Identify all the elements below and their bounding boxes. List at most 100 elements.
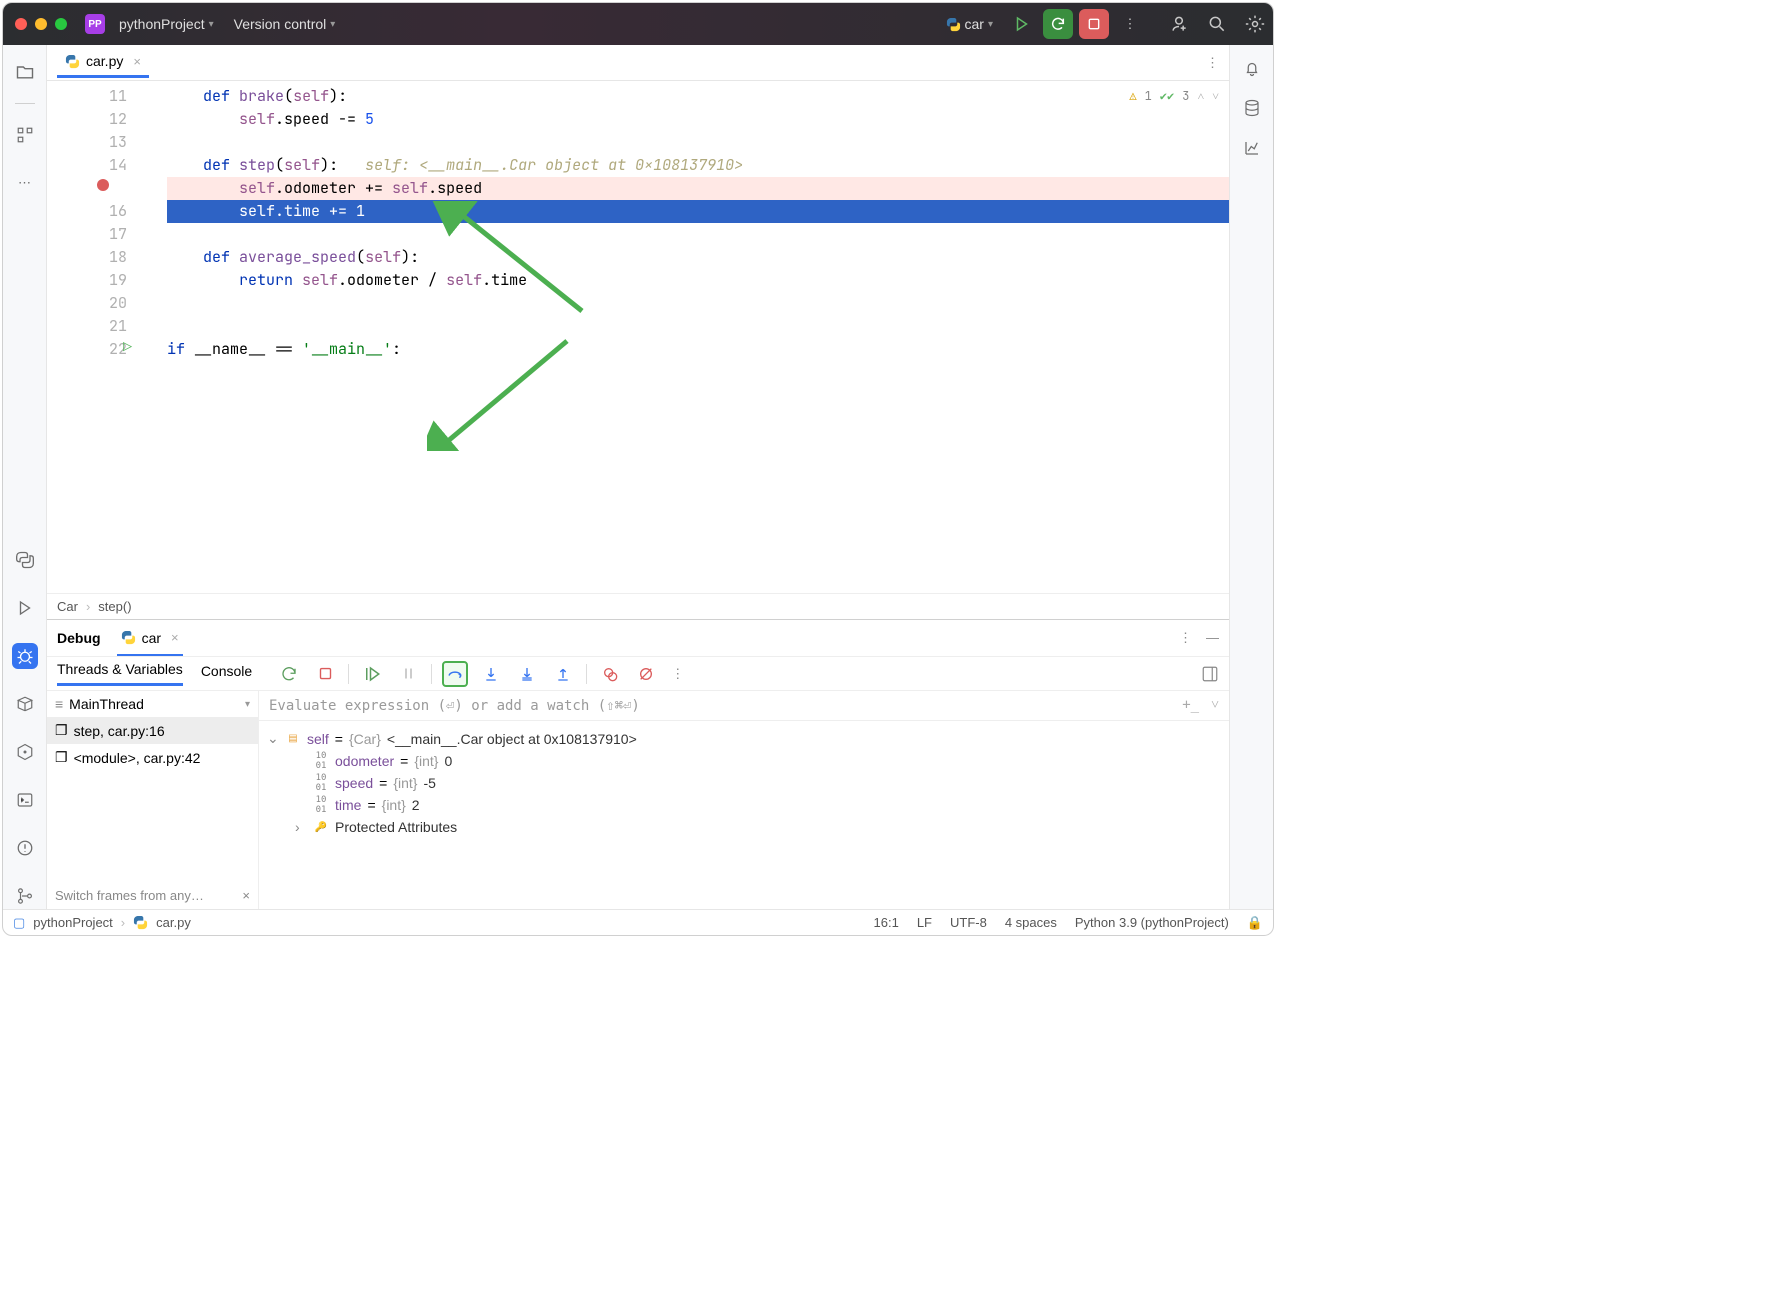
python-console-icon[interactable] bbox=[12, 547, 38, 573]
debug-tool-icon[interactable] bbox=[12, 643, 38, 669]
variable-row[interactable]: › 🔑 Protected Attributes bbox=[267, 816, 1221, 838]
close-session-icon[interactable]: × bbox=[171, 630, 179, 645]
stop-button[interactable] bbox=[1079, 9, 1109, 39]
python-icon bbox=[65, 54, 80, 69]
console-tab[interactable]: Console bbox=[201, 663, 252, 685]
variables-pane: Evaluate expression (⏎) or add a watch (… bbox=[259, 691, 1229, 909]
maximize-window-button[interactable] bbox=[55, 18, 67, 30]
add-watch-icon[interactable]: +̲ bbox=[1182, 697, 1199, 714]
expand-icon[interactable]: › bbox=[295, 819, 307, 835]
right-toolbar bbox=[1229, 45, 1273, 909]
encoding[interactable]: UTF-8 bbox=[950, 915, 987, 931]
problems-tool-icon[interactable] bbox=[12, 835, 38, 861]
project-dropdown[interactable]: pythonProject ▾ bbox=[113, 14, 220, 34]
debug-panel: Debug car × ⋮ — Threads & Variables Cons… bbox=[47, 619, 1229, 909]
vcs-dropdown[interactable]: Version control ▾ bbox=[228, 14, 342, 34]
line-number: 14 bbox=[47, 154, 127, 177]
breadcrumb-item[interactable]: Car bbox=[57, 599, 78, 614]
evaluate-expression-input[interactable]: Evaluate expression (⏎) or add a watch (… bbox=[259, 691, 1229, 721]
frame-item[interactable]: ❐ <module>, car.py:42 bbox=[47, 744, 258, 771]
breakpoint-icon[interactable] bbox=[97, 179, 109, 191]
status-path-item[interactable]: car.py bbox=[156, 915, 191, 930]
structure-tool-icon[interactable] bbox=[12, 122, 38, 148]
chevron-down-icon: ▾ bbox=[245, 699, 250, 710]
code-editor[interactable]: ⚠1 ✔✔3 ˄ ˅ 11 12 13 14 16 17 18 19 20 21 bbox=[47, 81, 1229, 593]
interpreter[interactable]: Python 3.9 (pythonProject) bbox=[1075, 915, 1229, 931]
line-number: 20 bbox=[47, 292, 127, 315]
minimize-window-button[interactable] bbox=[35, 18, 47, 30]
variable-row[interactable]: 1001 odometer = {int} 0 bbox=[267, 750, 1221, 772]
notifications-icon[interactable] bbox=[1243, 59, 1261, 77]
frame-item[interactable]: ❐ step, car.py:16 bbox=[47, 717, 258, 744]
hide-panel-icon[interactable]: — bbox=[1206, 630, 1219, 646]
debug-more-icon[interactable]: ⋮ bbox=[1179, 630, 1192, 646]
more-tool-icon[interactable]: ⋯ bbox=[12, 170, 38, 196]
key-icon: 🔑 bbox=[313, 819, 329, 835]
run-gutter-icon[interactable]: ▷ bbox=[123, 336, 132, 359]
pause-icon[interactable] bbox=[395, 661, 421, 687]
variable-row[interactable]: 1001 speed = {int} -5 bbox=[267, 772, 1221, 794]
project-status-icon[interactable]: ▢ bbox=[13, 915, 25, 931]
close-hint-icon[interactable]: × bbox=[242, 888, 250, 903]
step-into-icon[interactable] bbox=[478, 661, 504, 687]
terminal-tool-icon[interactable] bbox=[12, 787, 38, 813]
variable-row[interactable]: 1001 time = {int} 2 bbox=[267, 794, 1221, 816]
search-icon[interactable] bbox=[1207, 14, 1227, 34]
services-tool-icon[interactable] bbox=[12, 739, 38, 765]
chevron-down-icon: ▾ bbox=[209, 19, 214, 30]
chevron-down-icon[interactable]: ˅ bbox=[1211, 697, 1219, 714]
expand-icon[interactable]: ⌄ bbox=[267, 730, 279, 747]
debug-play-button[interactable] bbox=[1007, 9, 1037, 39]
editor-tabs-more[interactable]: ⋮ bbox=[1206, 55, 1219, 71]
close-tab-icon[interactable]: × bbox=[133, 54, 141, 69]
debug-toolbar: ⋮ bbox=[276, 661, 684, 687]
sciview-icon[interactable] bbox=[1243, 139, 1261, 157]
vcs-label: Version control bbox=[234, 16, 327, 32]
gutter[interactable]: 11 12 13 14 16 17 18 19 20 21 22 ▷ bbox=[47, 81, 167, 593]
run-more-button[interactable]: ⋮ bbox=[1115, 9, 1145, 39]
breadcrumb[interactable]: Car › step() bbox=[47, 593, 1229, 619]
vcs-tool-icon[interactable] bbox=[12, 883, 38, 909]
run-config-label: car bbox=[965, 16, 984, 32]
tab-label: car.py bbox=[86, 53, 123, 69]
lock-icon[interactable]: 🔒 bbox=[1247, 915, 1263, 931]
packages-tool-icon[interactable] bbox=[12, 691, 38, 717]
line-number: 18 bbox=[47, 246, 127, 269]
resume-icon[interactable] bbox=[359, 661, 385, 687]
mute-breakpoints-icon[interactable] bbox=[633, 661, 659, 687]
project-tool-icon[interactable] bbox=[12, 59, 38, 85]
project-name-label: pythonProject bbox=[119, 16, 205, 32]
variable-row[interactable]: ⌄ ▤ self = {Car} <__main__.Car object at… bbox=[267, 727, 1221, 750]
line-number: 19 bbox=[47, 269, 127, 292]
editor-tab-car[interactable]: car.py × bbox=[57, 47, 149, 78]
line-number: 17 bbox=[47, 223, 127, 246]
step-out-icon[interactable] bbox=[550, 661, 576, 687]
step-over-icon[interactable] bbox=[442, 661, 468, 687]
frame-label: step, car.py:16 bbox=[74, 723, 165, 739]
cursor-position[interactable]: 16:1 bbox=[874, 915, 899, 931]
threads-tab[interactable]: Threads & Variables bbox=[57, 661, 183, 686]
step-into-my-code-icon[interactable] bbox=[514, 661, 540, 687]
status-path-item[interactable]: pythonProject bbox=[33, 915, 113, 930]
code-with-me-icon[interactable] bbox=[1169, 14, 1189, 34]
breadcrumb-item[interactable]: step() bbox=[98, 599, 131, 614]
settings-icon[interactable] bbox=[1245, 14, 1265, 34]
rerun-button[interactable] bbox=[1043, 9, 1073, 39]
layout-settings-icon[interactable] bbox=[1201, 665, 1219, 683]
stop-debug-icon[interactable] bbox=[312, 661, 338, 687]
run-config-dropdown[interactable]: car ▾ bbox=[940, 14, 999, 34]
line-separator[interactable]: LF bbox=[917, 915, 932, 931]
rerun-debug-icon[interactable] bbox=[276, 661, 302, 687]
debug-session-tab[interactable]: car × bbox=[117, 626, 183, 657]
close-window-button[interactable] bbox=[15, 18, 27, 30]
view-breakpoints-icon[interactable] bbox=[597, 661, 623, 687]
line-number: 16 bbox=[47, 200, 127, 223]
thread-selector[interactable]: ≡ MainThread ▾ bbox=[47, 691, 258, 717]
run-tool-icon[interactable] bbox=[12, 595, 38, 621]
indent[interactable]: 4 spaces bbox=[1005, 915, 1057, 931]
toolbar-more-icon[interactable]: ⋮ bbox=[671, 666, 684, 682]
database-icon[interactable] bbox=[1243, 99, 1261, 117]
int-icon: 1001 bbox=[313, 797, 329, 813]
project-badge: PP bbox=[85, 14, 105, 34]
line-number: 13 bbox=[47, 131, 127, 154]
